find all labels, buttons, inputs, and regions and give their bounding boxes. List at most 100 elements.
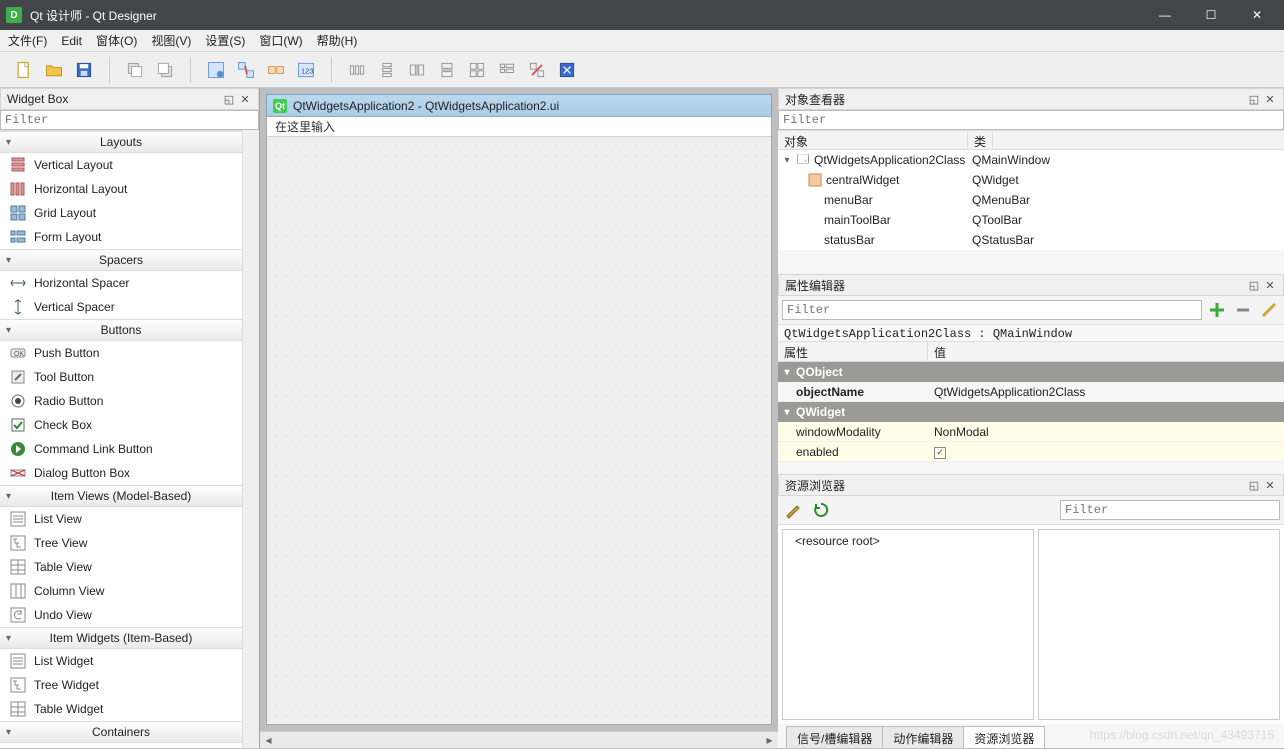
item-list-widget[interactable]: List Widget <box>0 649 242 673</box>
svg-text:123: 123 <box>301 66 314 75</box>
item-push-button[interactable]: OKPush Button <box>0 341 242 365</box>
widget-box-list[interactable]: ▾Layouts Vertical Layout Horizontal Layo… <box>0 130 242 748</box>
tab-resource-browser[interactable]: 资源浏览器 <box>963 726 1045 748</box>
menu-edit[interactable]: Edit <box>61 34 82 48</box>
form-surface[interactable]: 在这里输入 <box>266 116 772 725</box>
category-spacers[interactable]: ▾Spacers <box>0 249 242 271</box>
edit-taborder-icon[interactable]: 123 <box>292 56 320 84</box>
mainwindow-icon: 🗔 <box>796 153 810 167</box>
close-icon[interactable]: ✕ <box>238 92 252 106</box>
maximize-button[interactable]: ☐ <box>1188 0 1234 30</box>
float-icon[interactable]: ◱ <box>1247 92 1261 106</box>
center-hscrollbar[interactable]: ◂ ▸ <box>260 731 778 748</box>
widget-box-scrollbar[interactable] <box>242 130 259 748</box>
item-dialog-button-box[interactable]: Dialog Button Box <box>0 461 242 485</box>
close-button[interactable]: ✕ <box>1234 0 1280 30</box>
item-list-view[interactable]: List View <box>0 507 242 531</box>
menu-file[interactable]: 文件(F) <box>8 32 47 49</box>
tree-row-root[interactable]: ▾🗔QtWidgetsApplication2Class QMainWindow <box>778 150 1284 170</box>
close-icon[interactable]: ✕ <box>1263 92 1277 106</box>
prop-windowmodality[interactable]: windowModality NonModal <box>778 422 1284 442</box>
object-tree[interactable]: ▾🗔QtWidgetsApplication2Class QMainWindow… <box>778 150 1284 250</box>
layout-form-icon[interactable] <box>493 56 521 84</box>
layout-vertical-icon[interactable] <box>373 56 401 84</box>
item-check-box[interactable]: Check Box <box>0 413 242 437</box>
form-grid[interactable] <box>267 137 771 724</box>
item-radio-button[interactable]: Radio Button <box>0 389 242 413</box>
break-layout-icon[interactable] <box>523 56 551 84</box>
float-icon[interactable]: ◱ <box>1247 278 1261 292</box>
menu-window[interactable]: 窗口(W) <box>259 32 302 49</box>
layout-horizontal-icon[interactable] <box>343 56 371 84</box>
minimize-button[interactable]: — <box>1142 0 1188 30</box>
property-list[interactable]: ▾QObject objectName QtWidgetsApplication… <box>778 362 1284 462</box>
item-table-view[interactable]: Table View <box>0 555 242 579</box>
enabled-checkbox[interactable]: ✓ <box>934 447 946 459</box>
resource-tree[interactable]: <resource root> <box>782 529 1034 720</box>
item-command-link[interactable]: Command Link Button <box>0 437 242 461</box>
category-layouts[interactable]: ▾Layouts <box>0 131 242 153</box>
category-item-views[interactable]: ▾Item Views (Model-Based) <box>0 485 242 507</box>
group-qobject[interactable]: ▾QObject <box>778 362 1284 382</box>
item-horizontal-layout[interactable]: Horizontal Layout <box>0 177 242 201</box>
category-buttons[interactable]: ▾Buttons <box>0 319 242 341</box>
tree-row-menubar[interactable]: menuBar QMenuBar <box>778 190 1284 210</box>
close-icon[interactable]: ✕ <box>1263 278 1277 292</box>
group-qwidget[interactable]: ▾QWidget <box>778 402 1284 422</box>
layout-hsplitter-icon[interactable] <box>403 56 431 84</box>
menubar-placeholder[interactable]: 在这里输入 <box>267 117 771 137</box>
resource-preview[interactable] <box>1038 529 1280 720</box>
new-file-icon[interactable] <box>10 56 38 84</box>
adjust-size-icon[interactable] <box>553 56 581 84</box>
remove-property-icon[interactable] <box>1232 299 1254 321</box>
object-inspector-filter[interactable] <box>778 110 1284 130</box>
item-undo-view[interactable]: Undo View <box>0 603 242 627</box>
edit-widgets-icon[interactable] <box>202 56 230 84</box>
category-item-widgets[interactable]: ▾Item Widgets (Item-Based) <box>0 627 242 649</box>
send-back-icon[interactable] <box>121 56 149 84</box>
item-column-view[interactable]: Column View <box>0 579 242 603</box>
menu-form[interactable]: 窗体(O) <box>96 32 137 49</box>
open-file-icon[interactable] <box>40 56 68 84</box>
prop-enabled[interactable]: enabled ✓ <box>778 442 1284 462</box>
tree-row-central[interactable]: centralWidget QWidget <box>778 170 1284 190</box>
menu-settings[interactable]: 设置(S) <box>205 32 245 49</box>
edit-buddies-icon[interactable] <box>262 56 290 84</box>
config-icon[interactable] <box>1258 299 1280 321</box>
scroll-right-icon[interactable]: ▸ <box>761 732 778 749</box>
scroll-left-icon[interactable]: ◂ <box>260 732 277 749</box>
layout-grid-icon[interactable] <box>463 56 491 84</box>
edit-signals-icon[interactable] <box>232 56 260 84</box>
resource-filter[interactable] <box>1060 500 1280 520</box>
item-table-widget[interactable]: Table Widget <box>0 697 242 721</box>
add-property-icon[interactable] <box>1206 299 1228 321</box>
item-vertical-layout[interactable]: Vertical Layout <box>0 153 242 177</box>
item-horizontal-spacer[interactable]: Horizontal Spacer <box>0 271 242 295</box>
widget-box-filter[interactable] <box>0 110 259 130</box>
item-grid-layout[interactable]: Grid Layout <box>0 201 242 225</box>
item-form-layout[interactable]: Form Layout <box>0 225 242 249</box>
save-file-icon[interactable] <box>70 56 98 84</box>
float-icon[interactable]: ◱ <box>1247 478 1261 492</box>
menu-help[interactable]: 帮助(H) <box>317 32 358 49</box>
menu-view[interactable]: 视图(V) <box>151 32 191 49</box>
tree-row-statusbar[interactable]: statusBar QStatusBar <box>778 230 1284 250</box>
property-filter[interactable] <box>782 300 1202 320</box>
bring-front-icon[interactable] <box>151 56 179 84</box>
category-containers[interactable]: ▾Containers <box>0 721 242 743</box>
tab-action-editor[interactable]: 动作编辑器 <box>882 726 964 748</box>
tab-signal-slot[interactable]: 信号/槽编辑器 <box>786 726 883 748</box>
edit-resources-icon[interactable] <box>782 499 804 521</box>
tree-row-toolbar[interactable]: mainToolBar QToolBar <box>778 210 1284 230</box>
item-tree-view[interactable]: Tree View <box>0 531 242 555</box>
float-icon[interactable]: ◱ <box>222 92 236 106</box>
layout-vsplitter-icon[interactable] <box>433 56 461 84</box>
close-icon[interactable]: ✕ <box>1263 478 1277 492</box>
item-tree-widget[interactable]: Tree Widget <box>0 673 242 697</box>
form-window-title[interactable]: Qt QtWidgetsApplication2 - QtWidgetsAppl… <box>266 94 772 116</box>
prop-objectname[interactable]: objectName QtWidgetsApplication2Class <box>778 382 1284 402</box>
reload-icon[interactable] <box>810 499 832 521</box>
item-tool-button[interactable]: Tool Button <box>0 365 242 389</box>
widget-box-panel: Widget Box ◱ ✕ ▾Layouts Vertical Layout … <box>0 88 260 748</box>
item-vertical-spacer[interactable]: Vertical Spacer <box>0 295 242 319</box>
